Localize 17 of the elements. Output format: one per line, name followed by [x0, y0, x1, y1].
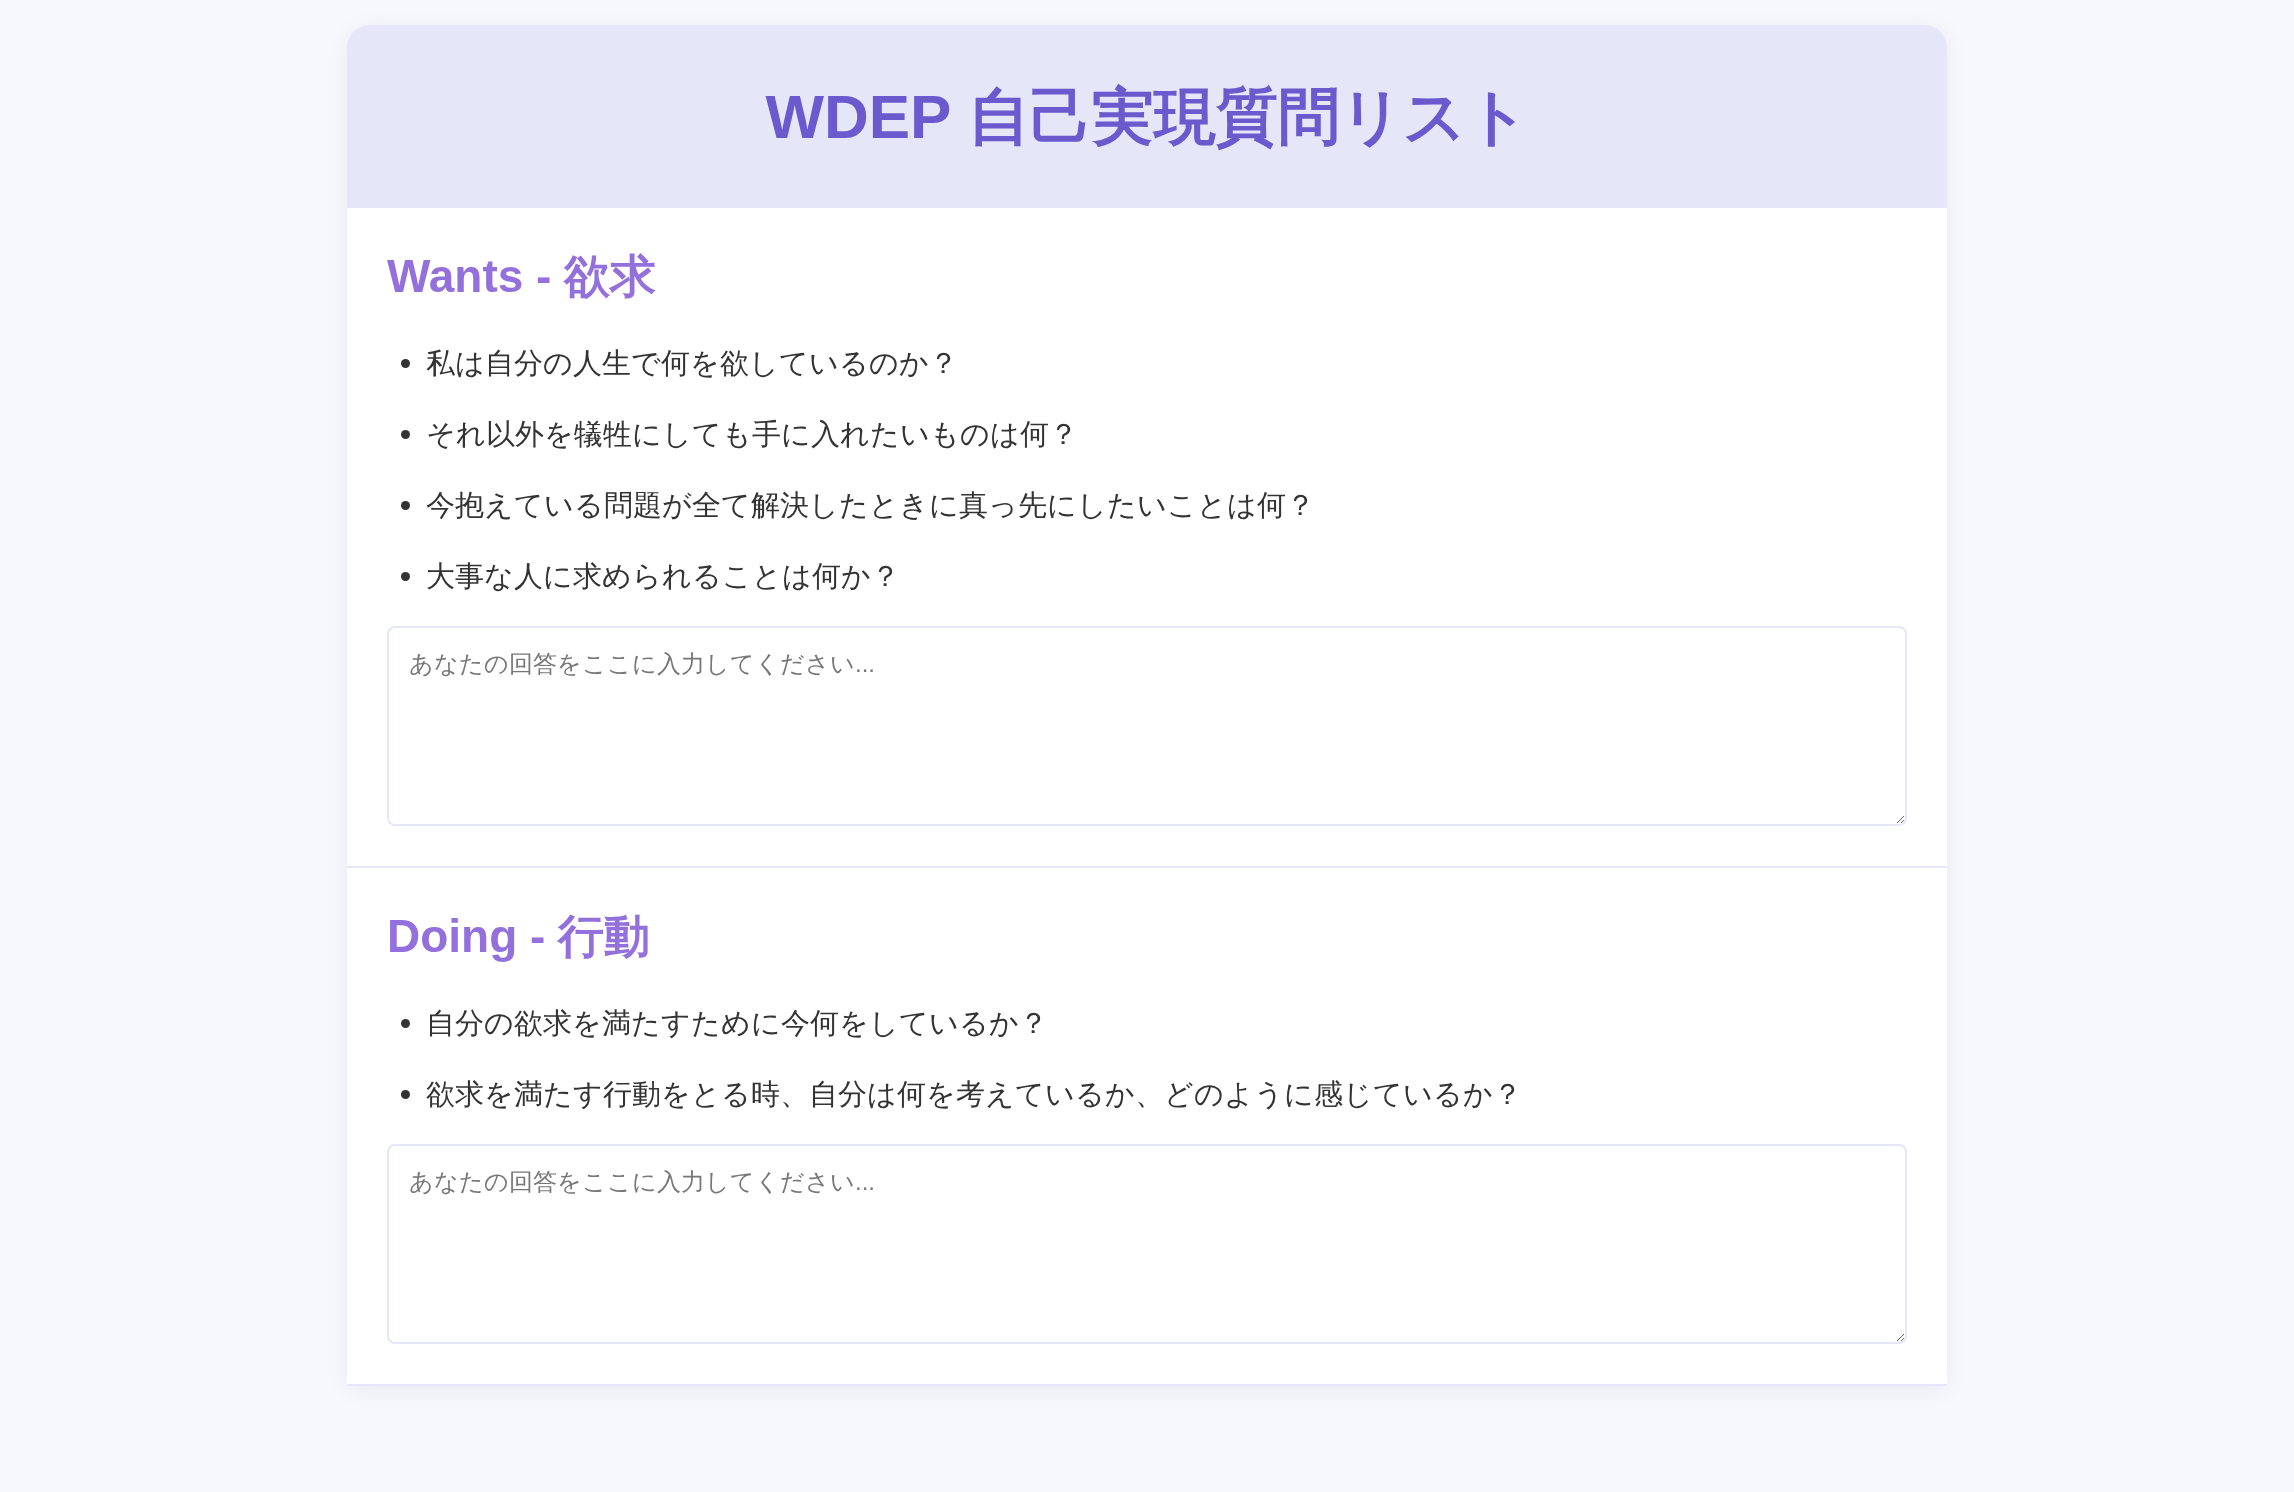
bullet-icon	[401, 500, 410, 510]
bullet-icon	[401, 571, 410, 581]
question-text: 私は自分の人生で何を欲しているのか？	[426, 346, 958, 381]
section-heading: Wants - 欲求	[387, 249, 658, 304]
page-title: WDEP 自己実現質問リスト	[765, 80, 1529, 153]
section-heading: Doing - 行動	[387, 909, 652, 964]
question-text: 自分の欲求を満たすために今何をしているか？	[426, 1006, 1048, 1041]
answer-field[interactable]: あなたの回答をここに入力してください...	[387, 1144, 1907, 1344]
answer-field[interactable]: あなたの回答をここに入力してください...	[387, 626, 1907, 826]
question-text: 今抱えている問題が全て解決したときに真っ先にしたいことは何？	[426, 488, 1315, 523]
bullet-icon	[401, 1089, 410, 1099]
question-text: 欲求を満たす行動をとる時、自分は何を考えているか、どのように感じているか？	[426, 1077, 1522, 1112]
question-text: 大事な人に求められることは何か？	[426, 559, 900, 594]
bullet-icon	[401, 358, 410, 368]
bullet-icon	[401, 429, 410, 439]
question-text: それ以外を犠牲にしても手に入れたいものは何？	[426, 417, 1078, 452]
bullet-icon	[401, 1018, 410, 1028]
